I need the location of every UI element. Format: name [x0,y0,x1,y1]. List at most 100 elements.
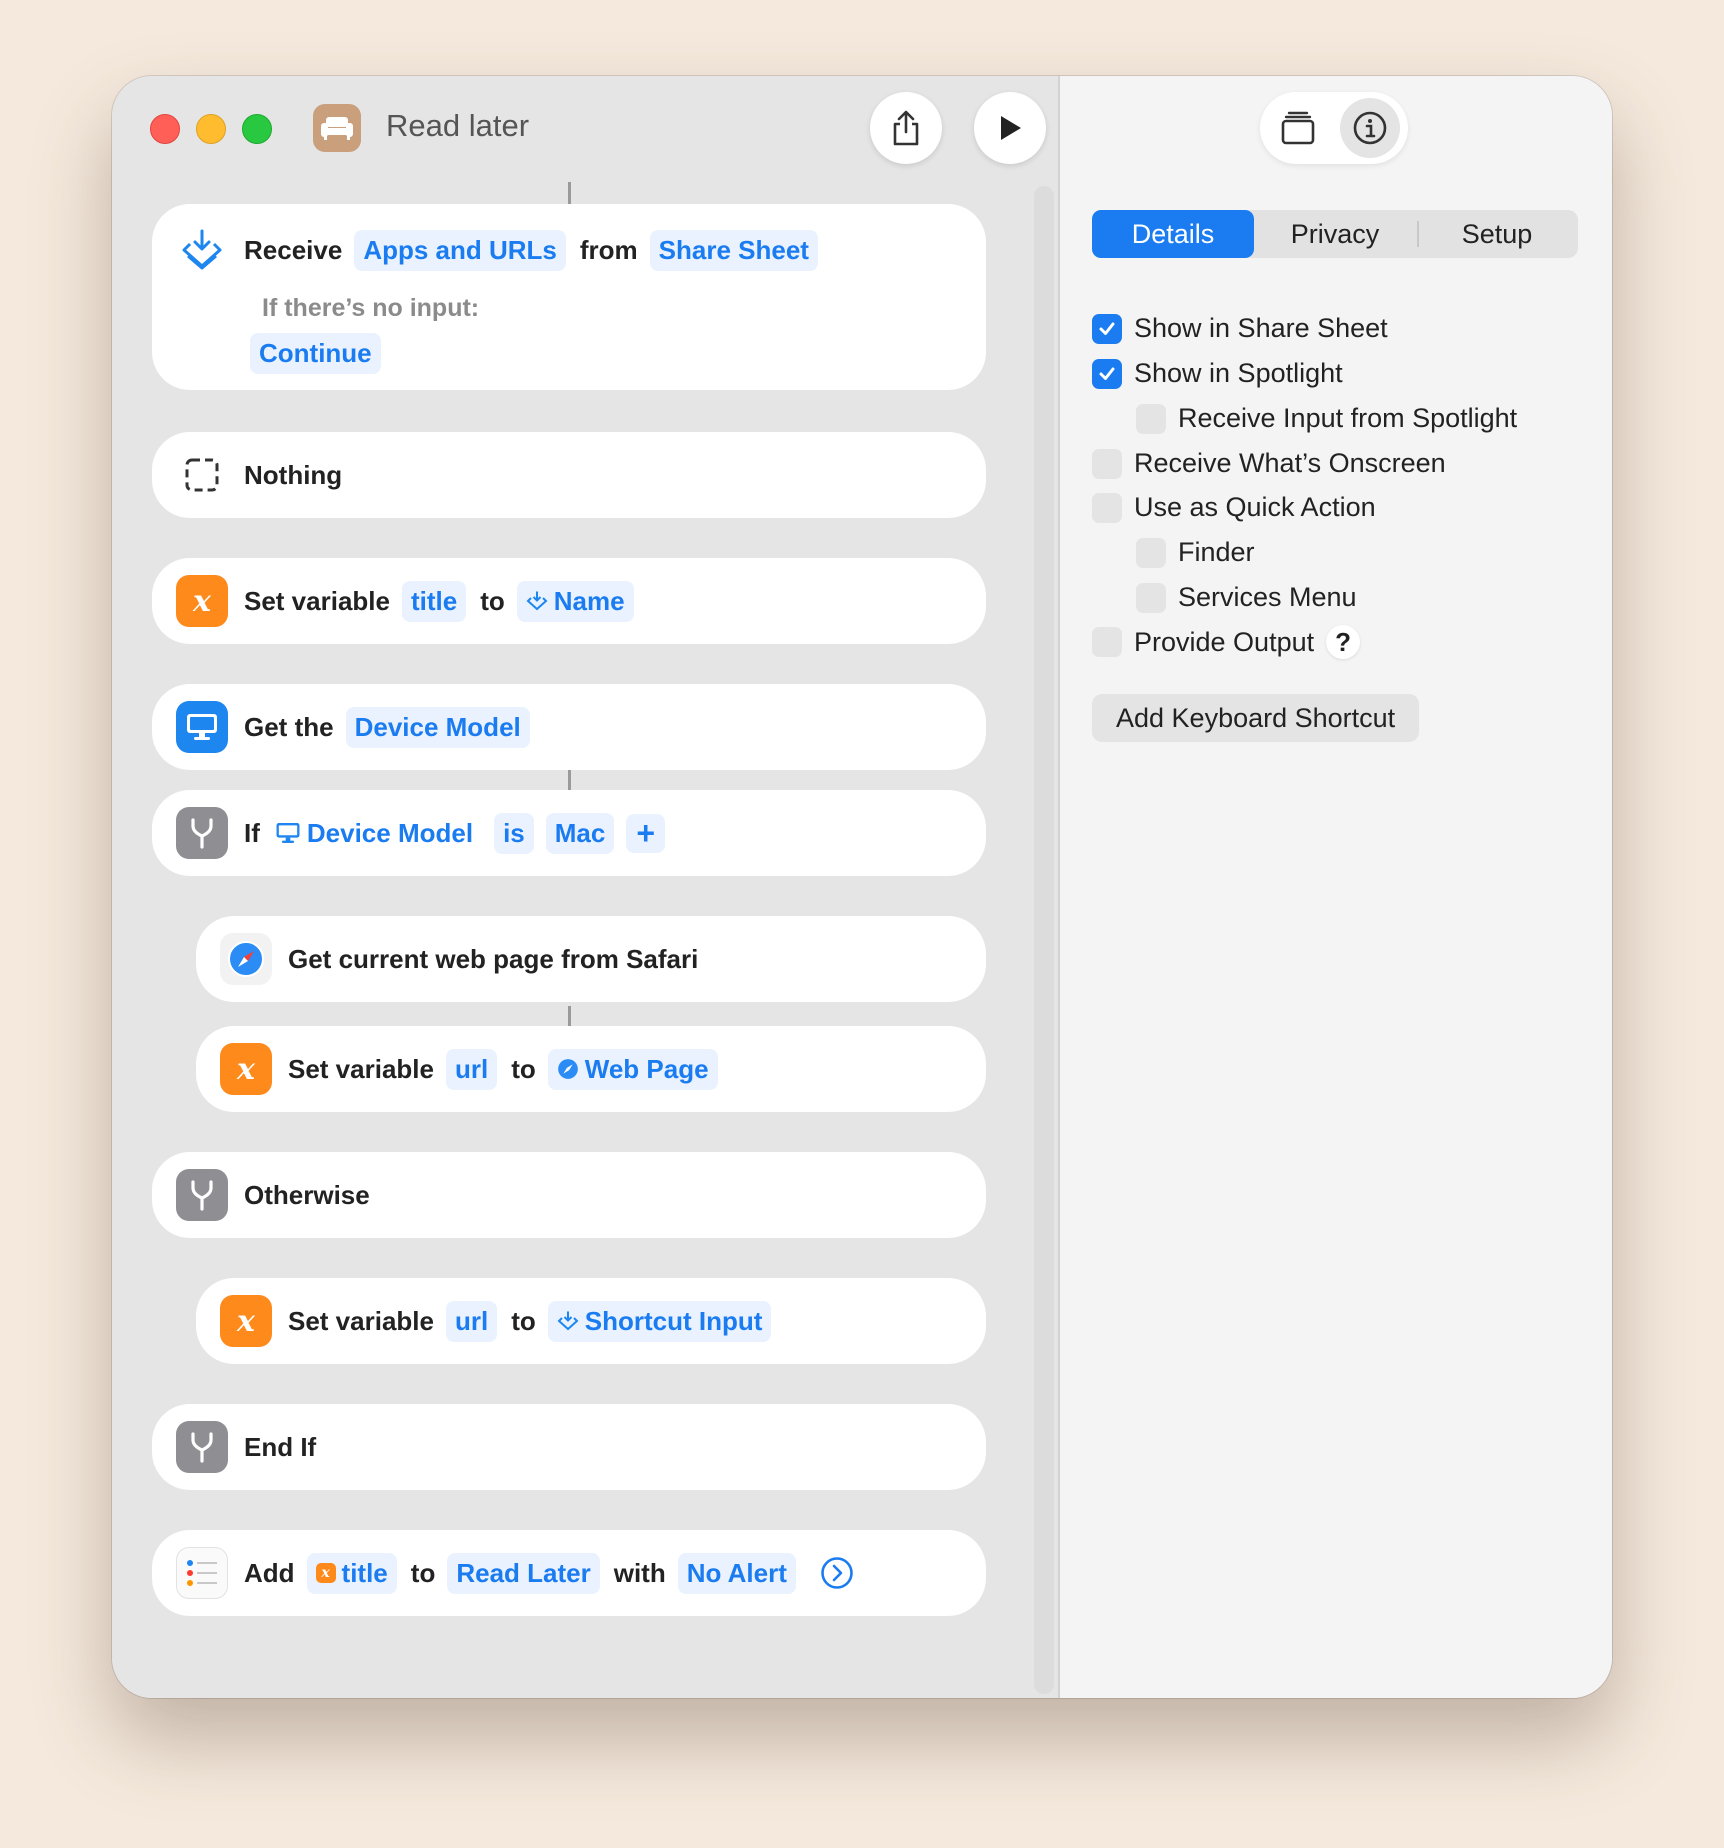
checkbox[interactable] [1136,537,1166,568]
otherwise-action-card[interactable]: Otherwise [152,1152,986,1238]
checkbox[interactable] [1092,492,1122,523]
option-finder[interactable]: Finder [1136,537,1255,568]
device-detail-token[interactable]: Device Model [345,706,530,748]
details-segmented-control: Details Privacy Setup [1092,210,1578,258]
checkbox[interactable] [1092,627,1122,657]
add-reminder-card[interactable]: Add x title to Read Later with No Alert [152,1530,986,1616]
set-variable-title-card[interactable]: x Set variable title to Name [152,558,986,644]
safari-compass-icon [220,933,272,985]
library-button[interactable] [1268,98,1328,158]
safari-compass-icon [557,1059,578,1079]
shortcut-input-icon [526,591,548,611]
monitor-icon [176,701,228,753]
set-variable-url-web-card[interactable]: x Set variable url to Web Page [196,1026,986,1112]
option-provide-output[interactable]: Provide Output ? [1092,625,1361,659]
value-token[interactable]: Shortcut Input [547,1300,772,1342]
tab-privacy[interactable]: Privacy [1254,210,1416,258]
no-input-action-token[interactable]: Continue [250,333,381,374]
variable-x-icon: x [220,1295,272,1347]
help-button[interactable]: ? [1326,625,1361,659]
set-variable-verb: Set variable [288,1305,434,1336]
reminder-item-label: title [341,1557,388,1588]
sofa-icon[interactable] [313,104,361,152]
variable-name-token[interactable]: url [445,1300,498,1342]
connector-line [568,1006,571,1026]
branch-icon [176,1169,228,1221]
get-the-label: Get the [244,711,334,742]
panel-toolbar [1260,92,1408,164]
add-verb: Add [244,1557,295,1588]
tab-details[interactable]: Details [1092,210,1254,258]
checkbox[interactable] [1092,313,1122,344]
get-web-page-label: Get current web page from Safari [288,943,699,974]
alert-token[interactable]: No Alert [677,1552,796,1594]
option-receive-input-from-spotlight[interactable]: Receive Input from Spotlight [1136,403,1517,434]
value-token[interactable]: Name [516,580,634,622]
option-label: Show in Share Sheet [1134,313,1388,343]
value-token[interactable]: Web Page [547,1048,718,1090]
with-label: with [613,1557,666,1588]
variable-name-token[interactable]: title [401,580,467,622]
option-label: Provide Output [1134,626,1315,657]
if-action-card[interactable]: If Device Model is Mac + [152,790,986,876]
receive-verb: Receive [244,234,343,265]
value-token-label: Name [553,585,625,616]
condition-value-token[interactable]: Mac [545,812,615,854]
option-show-in-spotlight[interactable]: Show in Spotlight [1092,358,1343,389]
if-subject-token[interactable]: Device Model [266,813,482,854]
reminder-item-token[interactable]: x title [306,1552,397,1594]
window-title: Read later [386,108,530,143]
add-keyboard-shortcut-button[interactable]: Add Keyboard Shortcut [1092,694,1420,742]
checkmark-icon [1099,322,1115,335]
checkbox[interactable] [1092,448,1122,479]
expand-chevron-icon[interactable] [820,1556,854,1590]
info-icon [1353,111,1387,145]
segment-divider [1417,221,1419,247]
tab-setup[interactable]: Setup [1416,210,1578,258]
option-services-menu[interactable]: Services Menu [1136,582,1357,613]
dashed-square-icon [176,449,228,501]
set-variable-verb: Set variable [244,585,390,616]
branch-icon [176,1421,228,1473]
checkbox[interactable] [1136,403,1166,434]
nothing-action-card[interactable]: Nothing [152,432,986,518]
variable-name-token[interactable]: url [445,1048,498,1090]
to-label: to [511,1305,536,1336]
reminders-list-icon [176,1547,228,1599]
share-button[interactable] [870,92,942,164]
to-label: to [410,1557,436,1588]
checkbox[interactable] [1092,358,1122,389]
otherwise-label: Otherwise [244,1179,370,1210]
set-variable-url-input-card[interactable]: x Set variable url to Shortcut Input [196,1278,986,1364]
option-use-as-quick-action[interactable]: Use as Quick Action [1092,492,1376,523]
get-web-page-card[interactable]: Get current web page from Safari [196,916,986,1002]
get-device-model-card[interactable]: Get the Device Model [152,684,986,770]
run-button[interactable] [974,92,1046,164]
editor-scrollbar[interactable] [1034,186,1054,1694]
option-label: Use as Quick Action [1134,492,1376,522]
option-show-in-share-sheet[interactable]: Show in Share Sheet [1092,313,1388,344]
checkbox[interactable] [1136,582,1166,613]
if-subject-label: Device Model [306,817,474,848]
option-label: Services Menu [1178,582,1357,612]
from-label: from [579,234,638,265]
option-receive-whats-onscreen[interactable]: Receive What’s Onscreen [1092,448,1446,479]
receive-action-card[interactable]: Receive Apps and URLs from Share Sheet I… [152,204,986,390]
end-if-action-card[interactable]: End If [152,1404,986,1490]
minimize-window-button[interactable] [196,114,226,144]
variable-x-icon: x [315,1563,336,1583]
info-button[interactable] [1340,98,1400,158]
condition-token[interactable]: is [494,812,534,854]
to-label: to [480,585,505,616]
close-window-button[interactable] [150,114,180,144]
input-types-token[interactable]: Apps and URLs [354,229,566,271]
zoom-window-button[interactable] [242,114,272,144]
option-label: Show in Spotlight [1134,358,1343,388]
no-input-label: If there’s no input: [262,294,480,322]
add-condition-button[interactable]: + [626,813,666,853]
reminder-list-token[interactable]: Read Later [447,1552,600,1594]
source-token[interactable]: Share Sheet [649,229,818,271]
shortcut-editor-window: Read later Receive Apps and URLs from Sh… [112,76,1612,1698]
share-icon [893,110,919,146]
monitor-icon [276,823,300,843]
